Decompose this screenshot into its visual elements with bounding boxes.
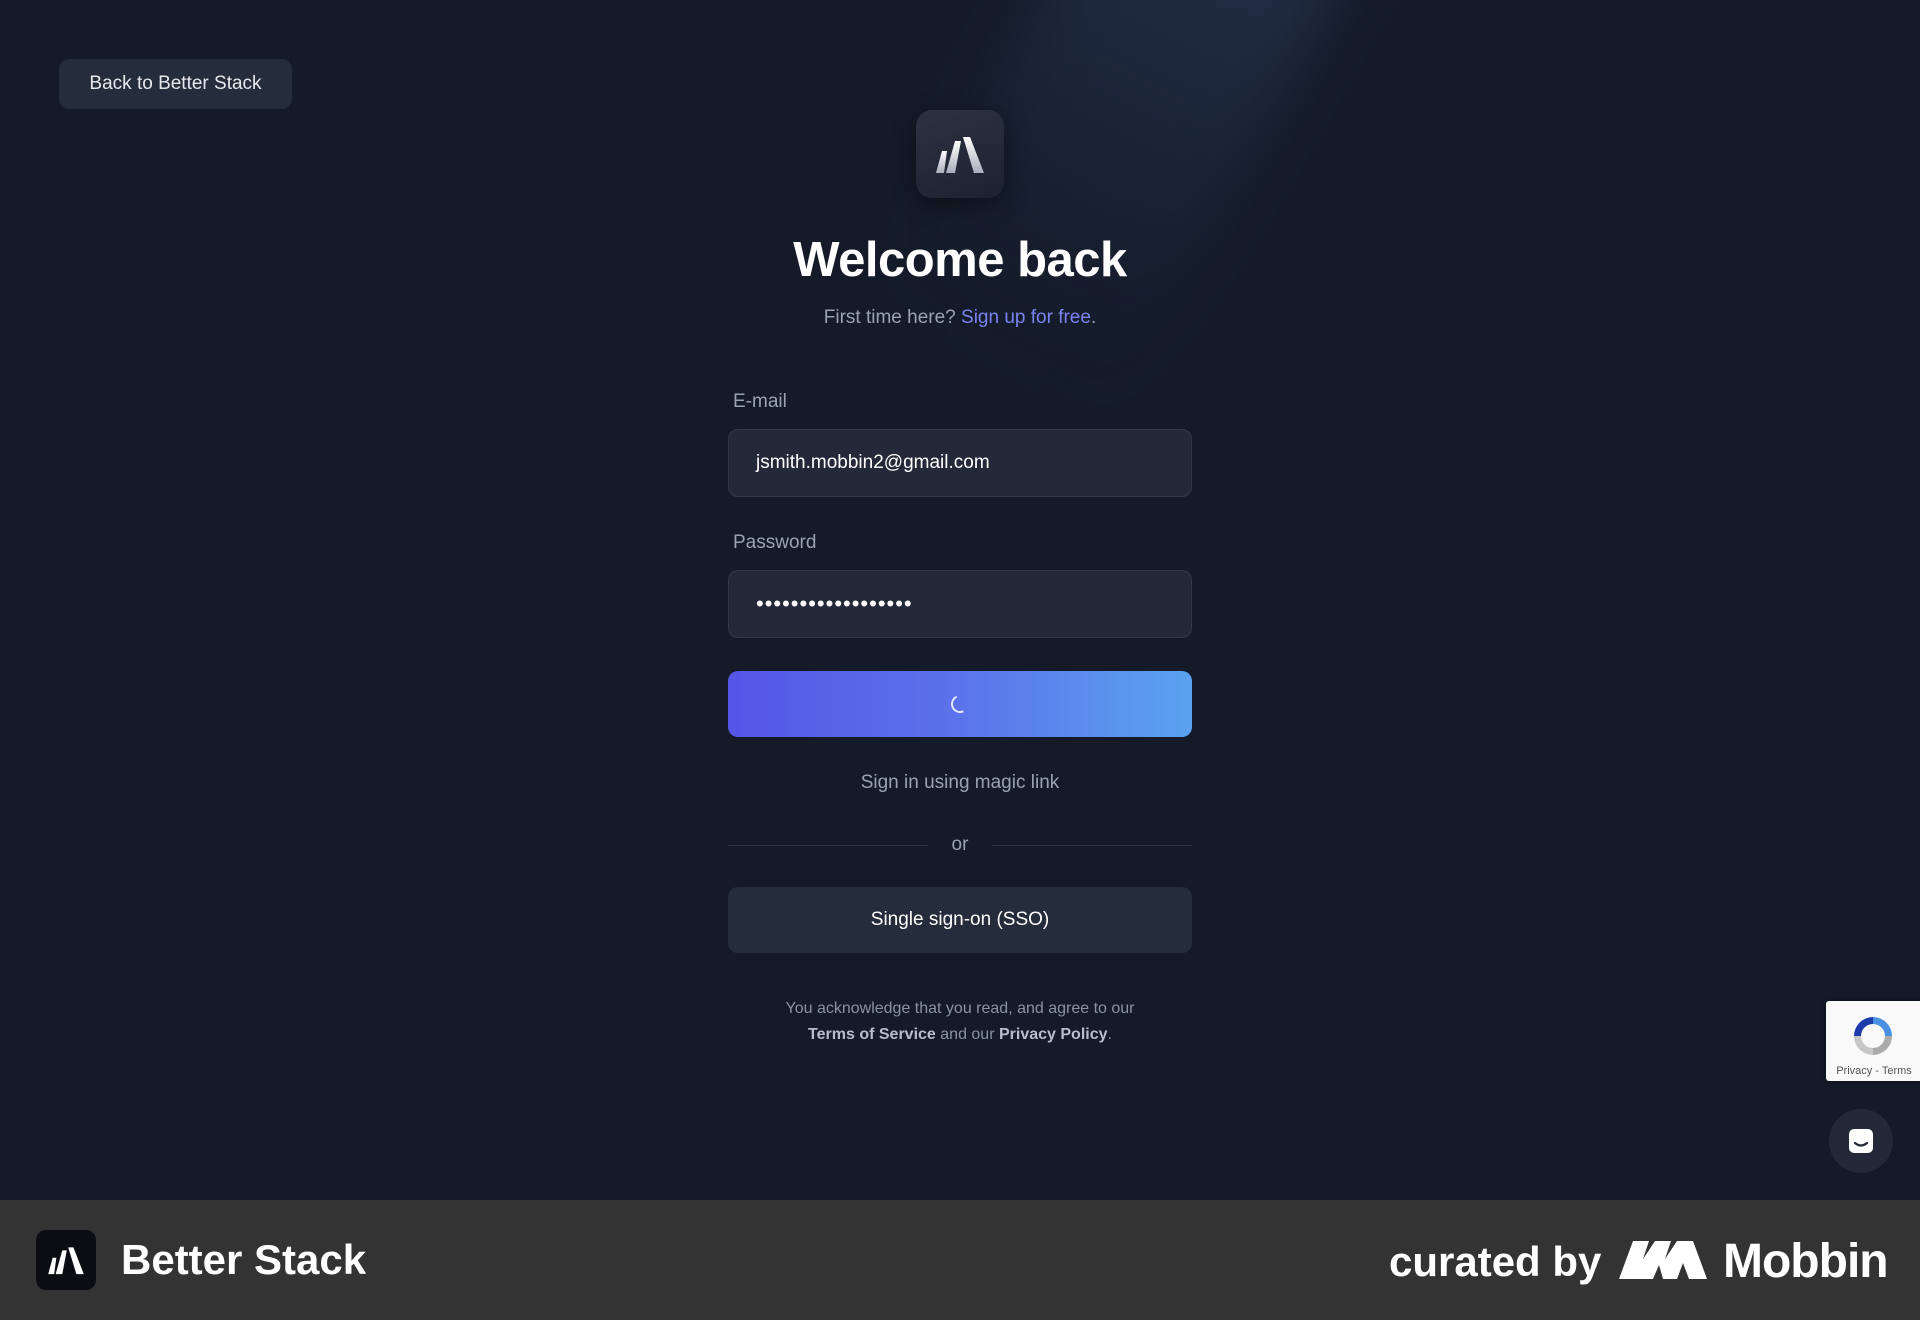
curated-by-label: curated by [1389, 1238, 1602, 1285]
recaptcha-icon [1854, 1017, 1892, 1055]
recaptcha-links[interactable]: Privacy - Terms [1826, 1065, 1920, 1077]
email-value: jsmith.mobbin2@gmail.com [756, 452, 990, 473]
legal-period: . [1107, 1026, 1112, 1043]
app-name: Better Stack [121, 1236, 367, 1283]
mobbin-logo-icon [1619, 1241, 1707, 1279]
password-label: Password [733, 532, 817, 553]
email-field[interactable]: jsmith.mobbin2@gmail.com [728, 429, 1192, 497]
terms-of-service-link[interactable]: Terms of Service [808, 1026, 936, 1043]
sign-in-button[interactable] [728, 671, 1192, 737]
password-field[interactable]: •••••••••••••••••• [728, 570, 1192, 638]
legal-and: and our [940, 1026, 995, 1043]
legal-notice: You acknowledge that you read, and agree… [0, 996, 1920, 1048]
better-stack-logo [916, 110, 1004, 198]
sso-button[interactable]: Single sign-on (SSO) [728, 887, 1192, 953]
better-stack-app-icon [36, 1230, 96, 1290]
page-title: Welcome back [793, 233, 1127, 287]
back-to-better-stack-button[interactable]: Back to Better Stack [59, 59, 292, 109]
signup-prompt-period: . [1090, 307, 1097, 328]
divider-or: or [951, 834, 969, 855]
better-stack-logo-icon [936, 137, 984, 173]
email-label: E-mail [733, 391, 787, 412]
mobbin-footer: Better Stack curated by Mobbin [0, 1200, 1920, 1320]
loading-spinner-icon [948, 692, 972, 716]
privacy-policy-link[interactable]: Privacy Policy [999, 1026, 1108, 1043]
chat-icon [1849, 1129, 1873, 1153]
chat-launcher-button[interactable] [1829, 1109, 1893, 1173]
background-light-beam [873, 0, 1347, 431]
signup-prompt-text: First time here? [823, 307, 956, 328]
login-page: Back to Better Stack Welcome back First … [0, 0, 1920, 1200]
divider-right [992, 845, 1192, 846]
recaptcha-badge[interactable]: Privacy - Terms [1826, 1001, 1920, 1081]
signup-prompt: First time here? Sign up for free. [0, 307, 1920, 329]
password-value: •••••••••••••••••• [756, 591, 913, 616]
legal-line-1: You acknowledge that you read, and agree… [785, 1000, 1135, 1017]
curator-name: Mobbin [1723, 1235, 1889, 1288]
better-stack-footer-logo-icon [48, 1247, 84, 1275]
legal-line-2: Terms of Service and our Privacy Policy. [0, 1022, 1920, 1048]
magic-link-button[interactable]: Sign in using magic link [0, 772, 1920, 794]
signup-link[interactable]: Sign up for free [961, 307, 1091, 328]
